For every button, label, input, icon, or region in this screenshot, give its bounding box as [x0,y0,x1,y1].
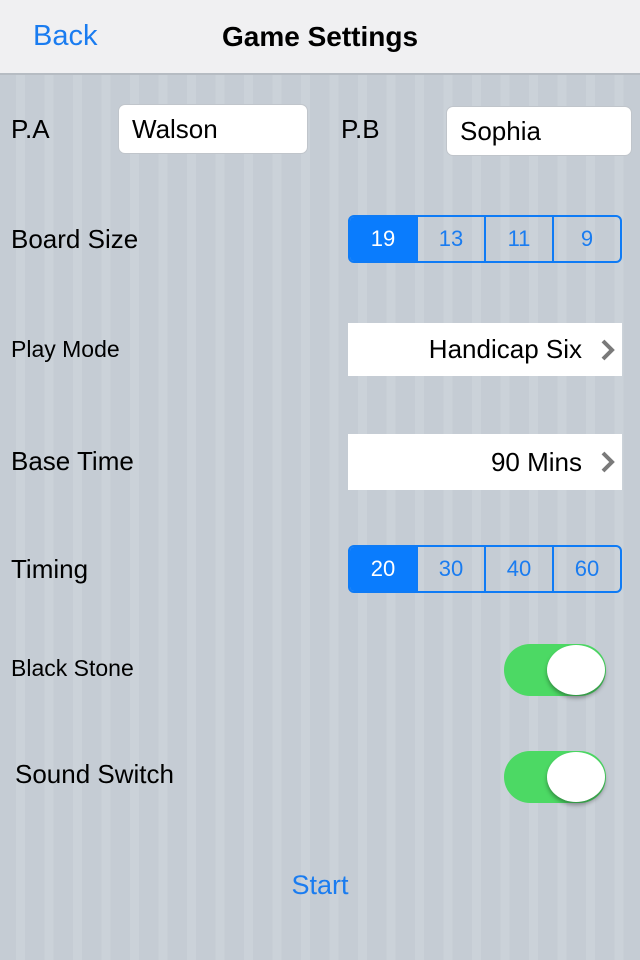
play-mode-picker[interactable]: Handicap Six [348,323,622,376]
base-time-value: 90 Mins [490,446,582,477]
timing-option-20[interactable]: 20 [350,547,416,591]
start-button[interactable]: Start [0,870,640,901]
black-stone-label: Black Stone [11,655,134,681]
toggle-knob [547,752,605,802]
player-b-label: P.B [341,114,380,144]
chevron-right-icon [601,339,615,360]
timing-option-60[interactable]: 60 [552,547,620,591]
base-time-label: Base Time [11,446,134,476]
player-a-label: P.A [11,114,50,144]
board-size-option-19[interactable]: 19 [350,217,416,261]
sound-switch-label: Sound Switch [15,759,174,789]
play-mode-value: Handicap Six [428,334,582,364]
timing-option-40[interactable]: 40 [484,547,552,591]
navigation-bar: Back Game Settings [0,0,640,75]
player-b-name-field[interactable] [446,106,632,156]
player-a-name-field[interactable] [118,104,308,154]
board-size-option-13[interactable]: 13 [416,217,484,261]
timing-label: Timing [11,554,89,584]
play-mode-label: Play Mode [11,336,120,362]
sound-switch-toggle[interactable] [504,751,606,803]
chevron-right-icon [601,451,615,473]
board-size-option-11[interactable]: 11 [484,217,552,261]
toggle-knob [547,645,605,695]
black-stone-toggle[interactable] [504,644,606,696]
board-size-segmented-control: 19 13 11 9 [348,215,622,263]
board-size-label: Board Size [11,224,139,254]
base-time-picker[interactable]: 90 Mins [348,434,622,490]
page-title: Game Settings [221,21,419,52]
timing-option-30[interactable]: 30 [416,547,484,591]
board-size-option-9[interactable]: 9 [552,217,620,261]
timing-segmented-control: 20 30 40 60 [348,545,622,593]
